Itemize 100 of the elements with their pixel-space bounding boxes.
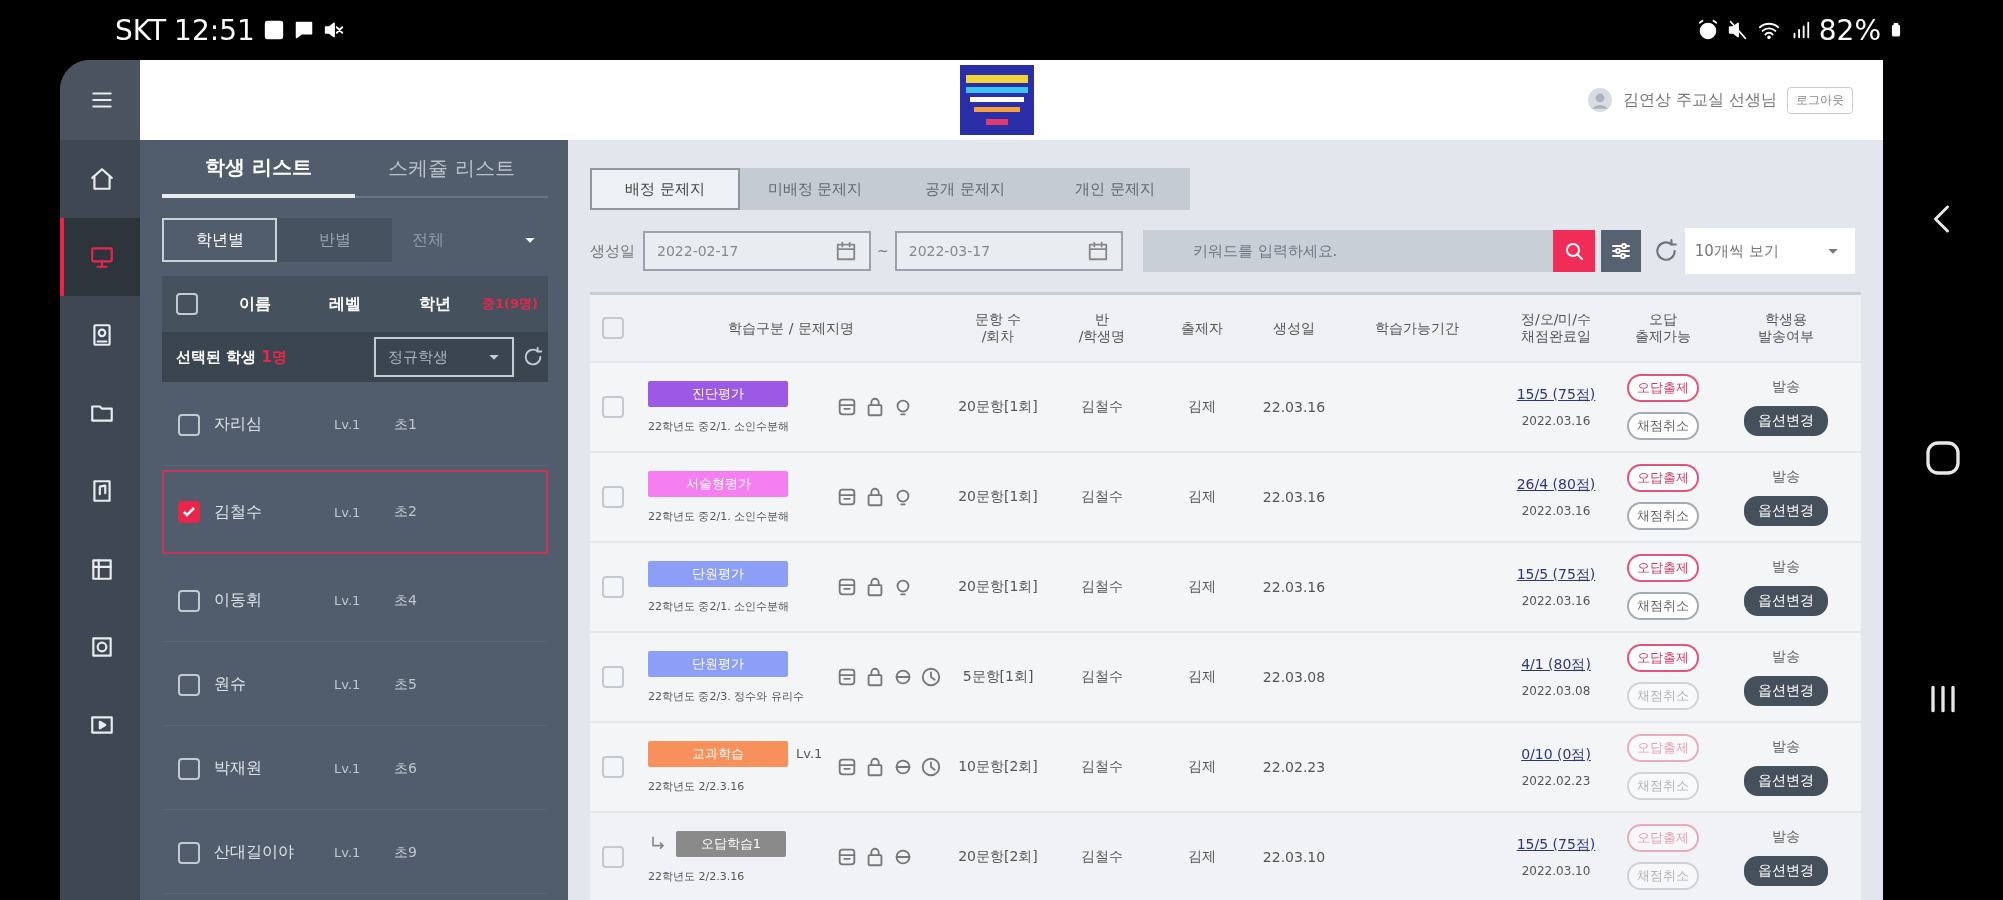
sheet-tab[interactable]: 배정 문제지: [590, 168, 740, 210]
refresh-icon[interactable]: [522, 346, 544, 368]
sheet-title[interactable]: 22학년도 중2/1. 소인수분해: [648, 598, 790, 614]
filter-tab[interactable]: 반별: [277, 218, 392, 262]
sheet-title[interactable]: 22학년도 중2/1. 소인수분해: [648, 418, 790, 434]
checkbox[interactable]: [178, 501, 200, 523]
cancel-grading-button[interactable]: 채점취소: [1627, 412, 1699, 440]
author-name: 김제: [1187, 398, 1217, 416]
student-grade: 초2: [394, 503, 417, 521]
panel-tab[interactable]: 스케쥴 리스트: [355, 140, 548, 198]
checkbox[interactable]: [602, 846, 624, 868]
student-row[interactable]: 산대길이야 Lv.1 초9: [162, 810, 548, 894]
option-button[interactable]: 옵션변경: [1743, 766, 1828, 796]
score-link[interactable]: 4/1 (80점): [1521, 656, 1591, 674]
student-name: 이동휘: [214, 590, 263, 611]
question-count: 20문항[1회]: [957, 488, 1039, 506]
panel-tab[interactable]: 학생 리스트: [162, 140, 355, 198]
question-count: 10문항[2회]: [957, 758, 1039, 776]
column-header: 반 /학생명: [1077, 311, 1127, 345]
wrong-answer-button[interactable]: 오답출제: [1627, 464, 1699, 492]
student-row[interactable]: 자리심 Lv.1 초1: [162, 382, 548, 466]
student-row[interactable]: 이동휘 Lv.1 초4: [162, 558, 548, 642]
table-row[interactable]: 단원평가 22학년도 중2/3. 정수와 유리수 5문항[1회] 김철수 김제 22.03.08 4/1 (80점) 2022.03.08 오답출제 채점취소 발송 옵션변경: [590, 633, 1861, 723]
checkbox[interactable]: [176, 293, 198, 315]
sheet-title[interactable]: 22학년도 중2/1. 소인수분해: [648, 508, 790, 524]
document-icon[interactable]: [836, 486, 858, 508]
student-type-dropdown[interactable]: 정규학생: [374, 337, 514, 377]
filter-button[interactable]: [1600, 230, 1641, 272]
table-row[interactable]: 진단평가 22학년도 중2/1. 소인수분해 20문항[1회] 김철수 김제 22.03.16 15/5 (75점) 2022.03.16 오답출제 채점취소 발송 옵션변경: [590, 363, 1861, 453]
calendar-icon: [835, 240, 857, 262]
checkbox[interactable]: [178, 589, 200, 612]
option-button[interactable]: 옵션변경: [1743, 586, 1828, 616]
document-icon[interactable]: [836, 756, 858, 778]
search-field[interactable]: 키워드를 입력하세요.: [1142, 230, 1553, 272]
category-tag: 단원평가: [648, 560, 788, 587]
created-date: 22.03.16: [1261, 489, 1327, 505]
created-date: 22.03.08: [1261, 669, 1327, 685]
filter-tab[interactable]: 학년별: [162, 218, 277, 262]
checkbox[interactable]: [602, 666, 624, 688]
page-size-dropdown[interactable]: 10개씩 보기: [1684, 228, 1855, 274]
column-header: 정/오/미/수 채점완료일: [1519, 311, 1593, 345]
student-name: 김철수: [1080, 488, 1124, 506]
option-button[interactable]: 옵션변경: [1743, 406, 1828, 436]
created-date: 22.03.10: [1261, 849, 1327, 865]
score-link[interactable]: 15/5 (75점): [1516, 386, 1596, 404]
wrong-answer-button[interactable]: 오답출제: [1627, 554, 1699, 582]
sheet-title[interactable]: 22학년도 2/2.3.16: [648, 868, 745, 884]
sheet-tab[interactable]: 미배정 문제지: [740, 168, 890, 210]
score-link[interactable]: 0/10 (0점): [1521, 746, 1591, 764]
sent-status: 발송: [1771, 378, 1800, 396]
score-link[interactable]: 15/5 (75점): [1516, 566, 1596, 584]
cancel-grading-button[interactable]: 채점취소: [1627, 592, 1699, 620]
clock-icon[interactable]: [920, 756, 942, 778]
student-row[interactable]: 원슈 Lv.1 초5: [162, 642, 548, 726]
checkbox[interactable]: [178, 841, 200, 864]
graded-date: 2022.03.16: [1521, 594, 1591, 608]
document-icon[interactable]: [836, 846, 858, 868]
student-name: 김철수: [1080, 668, 1124, 686]
selected-count-label: 선택된 학생 1명: [176, 347, 288, 367]
created-date: 22.03.16: [1261, 399, 1327, 415]
student-row[interactable]: 김철수 Lv.1 초2: [162, 470, 548, 554]
checkbox[interactable]: [178, 413, 200, 436]
nav-item[interactable]: [60, 60, 140, 140]
document-icon[interactable]: [836, 396, 858, 418]
checkbox[interactable]: [602, 486, 624, 508]
checkbox[interactable]: [602, 576, 624, 598]
author-name: 김제: [1187, 848, 1217, 866]
option-button[interactable]: 옵션변경: [1743, 856, 1828, 886]
logout-button[interactable]: 로그아웃: [1787, 86, 1853, 114]
column-header: 이름: [238, 293, 272, 315]
table-row[interactable]: 서술형평가 22학년도 중2/1. 소인수분해 20문항[1회] 김철수 김제 22.03.16 26/4 (80점) 2022.03.16 오답출제 채점취소 발송 옵션변경: [590, 453, 1861, 543]
document-icon[interactable]: [836, 666, 858, 688]
author-name: 김제: [1187, 488, 1217, 506]
option-button[interactable]: 옵션변경: [1743, 676, 1828, 706]
score-link[interactable]: 26/4 (80점): [1516, 476, 1596, 494]
checkbox[interactable]: [602, 396, 624, 418]
checkbox[interactable]: [178, 673, 200, 696]
student-level: Lv.1: [334, 761, 362, 776]
sheet-tab[interactable]: 공개 문제지: [890, 168, 1040, 210]
student-row[interactable]: 박재원 Lv.1 초6: [162, 726, 548, 810]
student-name: 김철수: [1080, 758, 1124, 776]
option-button[interactable]: 옵션변경: [1743, 496, 1828, 526]
wrong-answer-button[interactable]: 오답출제: [1627, 644, 1699, 672]
clock-icon[interactable]: [920, 666, 942, 688]
checkbox[interactable]: [602, 756, 624, 778]
home-button-icon[interactable]: [1923, 438, 1963, 478]
score-link[interactable]: 15/5 (75점): [1516, 836, 1596, 854]
student-name: 자리심: [214, 414, 263, 435]
document-icon[interactable]: [836, 576, 858, 598]
sheet-title[interactable]: 22학년도 중2/3. 정수와 유리수: [648, 688, 804, 704]
level-label: Lv.1: [796, 746, 823, 761]
wrong-answer-button[interactable]: 오답출제: [1627, 374, 1699, 402]
cancel-grading-button[interactable]: 채점취소: [1627, 502, 1699, 530]
column-header: 출제자: [1180, 319, 1224, 337]
search-button[interactable]: [1552, 230, 1595, 272]
table-row[interactable]: 단원평가 22학년도 중2/1. 소인수분해 20문항[1회] 김철수 김제 22.03.16 15/5 (75점) 2022.03.16 오답출제 채점취소 발송 옵션변경: [590, 543, 1861, 633]
sheet-tab[interactable]: 개인 문제지: [1040, 168, 1190, 210]
checkbox[interactable]: [178, 757, 200, 780]
sheet-title[interactable]: 22학년도 2/2.3.16: [648, 778, 745, 794]
checkbox[interactable]: [602, 317, 624, 339]
